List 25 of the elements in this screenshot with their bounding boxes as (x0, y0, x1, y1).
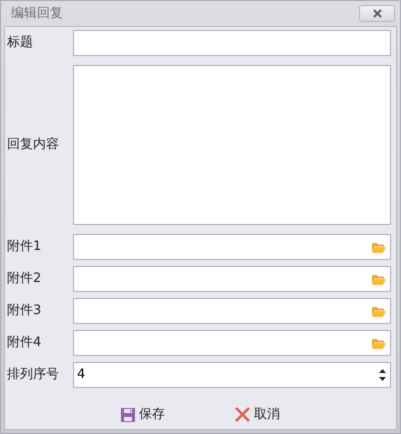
file-field[interactable] (73, 298, 391, 324)
folder-icon[interactable] (372, 242, 386, 252)
field-label: 回复内容 (7, 136, 60, 154)
close-button[interactable] (359, 5, 395, 22)
field-label: 附件3 (7, 302, 42, 320)
number-field[interactable]: 4 (73, 362, 391, 388)
spinner-icon[interactable] (379, 367, 386, 383)
window-title: 编辑回复 (11, 4, 63, 23)
save-button[interactable]: 保存 (121, 405, 165, 424)
cancel-button[interactable]: 取消 (235, 405, 280, 424)
file-field[interactable] (73, 234, 391, 260)
folder-icon[interactable] (372, 338, 386, 348)
folder-icon[interactable] (372, 274, 386, 284)
close-icon (372, 9, 382, 18)
content-field[interactable] (73, 65, 391, 225)
field-label: 附件1 (7, 238, 42, 256)
file-field[interactable] (73, 266, 391, 292)
field-label: 附件2 (7, 270, 42, 288)
field-label: 标题 (7, 34, 34, 52)
file-field[interactable] (73, 330, 391, 356)
title-field[interactable] (73, 30, 391, 56)
folder-icon[interactable] (372, 306, 386, 316)
field-label: 附件4 (7, 334, 42, 352)
close-icon (235, 407, 250, 422)
field-label: 排列序号 (7, 366, 60, 384)
